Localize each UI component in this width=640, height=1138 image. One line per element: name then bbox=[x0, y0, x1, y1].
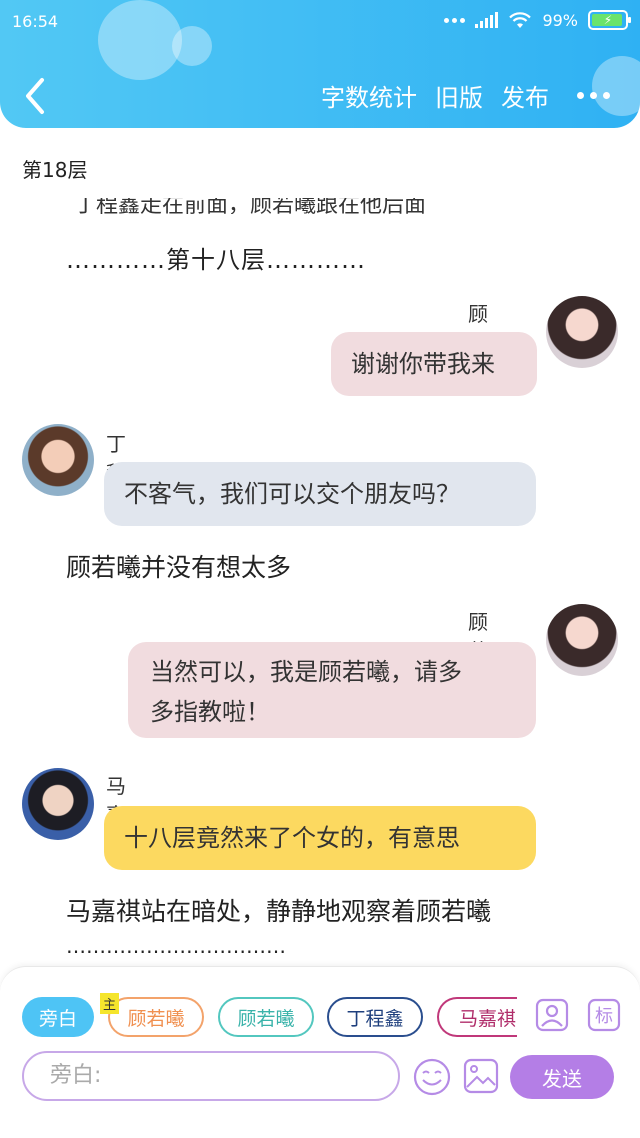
narration-text: 马嘉祺站在暗处，静静地观察着顾若曦 bbox=[66, 897, 492, 926]
word-count-button[interactable]: 字数统计 bbox=[321, 78, 417, 113]
floor-divider-text: …………第十八层………… bbox=[66, 246, 366, 274]
status-icons: 99% ⚡ bbox=[444, 10, 631, 30]
role-chip-narration[interactable]: 旁白 bbox=[22, 997, 94, 1037]
more-icon[interactable] bbox=[577, 92, 610, 99]
wifi-icon bbox=[509, 12, 532, 28]
top-bar: 16:54 99% ⚡ 字数统计 旧版 发布 bbox=[0, 0, 640, 128]
image-icon[interactable] bbox=[462, 1057, 500, 1095]
message-line: 多指教啦！ bbox=[150, 698, 270, 726]
message-line: 当然可以，我是顾若曦，请多 bbox=[150, 658, 462, 686]
role-chip[interactable]: 顾若曦 bbox=[218, 997, 314, 1037]
role-chip[interactable]: 丁程鑫 bbox=[327, 997, 423, 1037]
battery-percent: 99% bbox=[542, 10, 578, 30]
message-bubble: 当然可以，我是顾若曦，请多 多指教啦！ bbox=[128, 642, 536, 738]
message-bubble: 十八层竟然来了个女的，有意思 bbox=[104, 806, 536, 870]
avatar[interactable] bbox=[22, 424, 94, 496]
signal-icon bbox=[475, 12, 499, 28]
avatar[interactable] bbox=[546, 604, 618, 676]
cut-off-text: 丁程鑫走在前面，顾若曦跟在他后面 bbox=[74, 198, 427, 214]
battery-icon: ⚡ bbox=[588, 10, 631, 30]
send-button[interactable]: 发送 bbox=[510, 1055, 614, 1099]
message-input[interactable]: 旁白: bbox=[22, 1051, 400, 1101]
header-actions: 字数统计 旧版 发布 bbox=[321, 78, 610, 113]
role-chip[interactable]: 顾若曦 bbox=[108, 997, 204, 1037]
user-card-icon[interactable] bbox=[534, 997, 570, 1033]
status-bar: 16:54 99% ⚡ bbox=[0, 0, 640, 44]
avatar[interactable] bbox=[22, 768, 94, 840]
emoji-icon[interactable] bbox=[412, 1057, 452, 1097]
back-arrow-icon[interactable] bbox=[18, 74, 54, 118]
status-time: 16:54 bbox=[12, 12, 59, 31]
message-bubble: 不客气，我们可以交个朋友吗？ bbox=[104, 462, 536, 526]
floor-label: 第18层 bbox=[22, 158, 88, 182]
old-version-button[interactable]: 旧版 bbox=[435, 78, 483, 113]
narration-text: 顾若曦并没有想太多 bbox=[66, 553, 292, 582]
tag-icon[interactable]: 标 bbox=[586, 997, 622, 1033]
avatar[interactable] bbox=[546, 296, 618, 368]
composer-panel: 旁白 顾若曦 主 顾若曦 丁程鑫 马嘉祺 标 旁白: 发送 bbox=[0, 966, 640, 1138]
message-bubble: 谢谢你带我来 bbox=[331, 332, 537, 396]
role-chip[interactable]: 马嘉祺 bbox=[437, 997, 517, 1037]
svg-text:标: 标 bbox=[595, 1006, 613, 1027]
main-role-tag: 主 bbox=[100, 993, 120, 1014]
notification-dots-icon bbox=[444, 17, 466, 23]
dotted-text: …………………………… bbox=[66, 934, 286, 958]
publish-button[interactable]: 发布 bbox=[501, 78, 549, 113]
